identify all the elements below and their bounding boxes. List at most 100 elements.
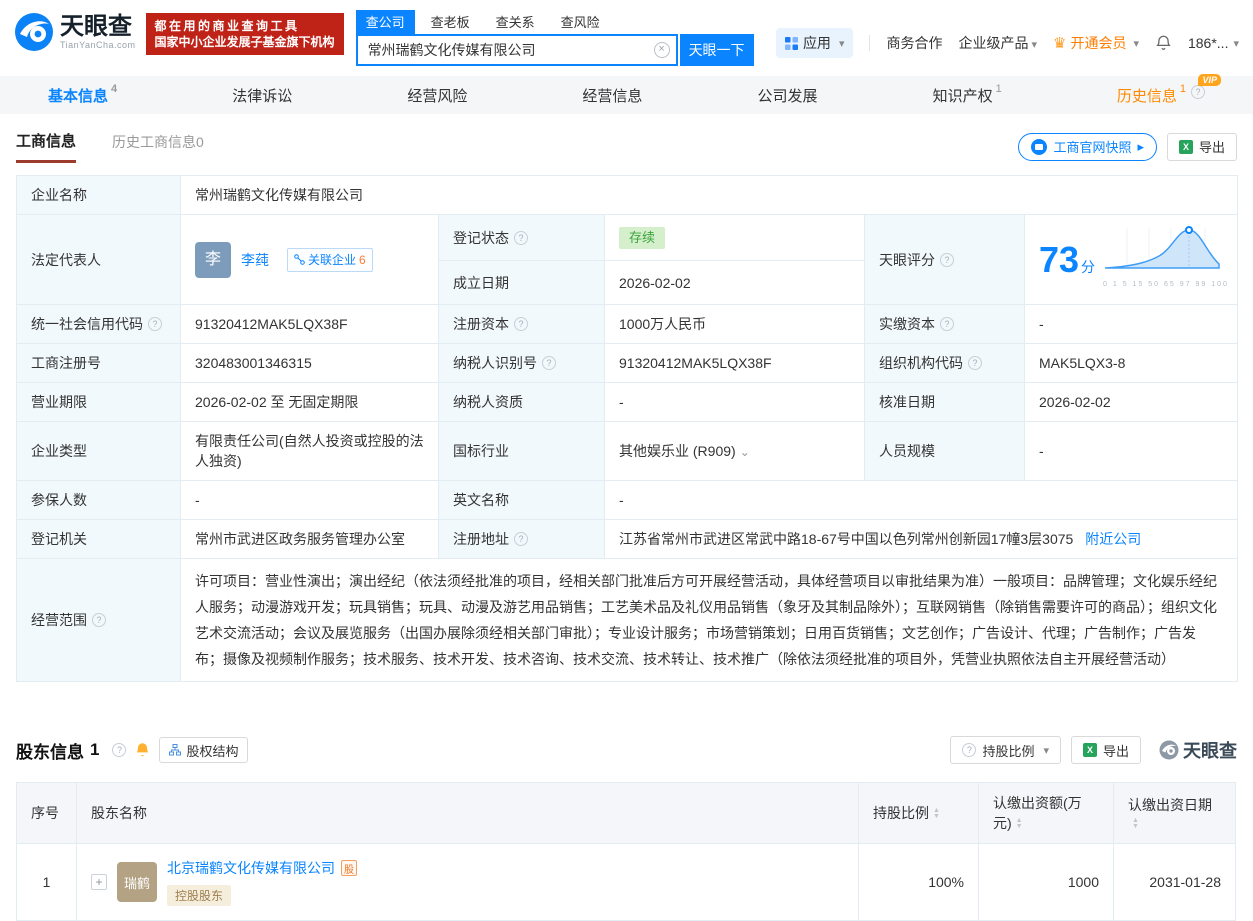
industry-value: 其他娱乐业 (R909)⌄ [605,422,865,481]
chevron-down-icon[interactable]: ⌄ [740,445,750,459]
row-index: 1 [17,844,77,921]
tab-operating-info[interactable]: 经营信息 [582,85,642,106]
search-tab-risk[interactable]: 查风险 [551,10,610,34]
tab-lawsuit[interactable]: 法律诉讼 [232,85,292,106]
english-name-label: 英文名称 [439,481,605,520]
main-tabs: 基本信息4 法律诉讼 经营风险 经营信息 公司发展 知识产权1 历史信息1 ? … [0,76,1253,114]
help-icon: ? [962,743,976,757]
user-phone[interactable]: 186*... ▾ [1188,35,1239,51]
company-name-value: 常州瑞鹤文化传媒有限公司 [181,176,1238,215]
export-label: 导出 [1199,137,1225,156]
enterprise-label: 企业级产品 [958,35,1028,51]
expand-button[interactable]: + [91,874,107,890]
tab-intellectual-property[interactable]: 知识产权1 [933,85,1002,106]
nav-enterprise[interactable]: 企业级产品▾ [958,33,1037,53]
chevron-down-icon: ▾ [1043,744,1049,757]
help-icon[interactable]: ? [940,317,954,331]
chevron-down-icon: ▾ [1133,37,1139,50]
related-companies-badge[interactable]: 关联企业 6 [287,248,373,272]
equity-tag-icon[interactable]: 股 [341,860,357,876]
search-input[interactable] [356,34,678,66]
tab-history-count: 1 [1180,83,1186,95]
nearby-companies-link[interactable]: 附近公司 [1085,531,1141,547]
nav-cooperation[interactable]: 商务合作 [886,33,942,53]
col-ratio: 持股比例▲▼ [859,783,979,844]
slogan-line2: 国家中小企业发展子基金旗下机构 [155,34,335,50]
shareholders-table: 序号 股东名称 持股比例▲▼ 认缴出资额(万元)▲▼ 认缴出资日期▲▼ 1 + … [16,782,1236,921]
nav-vip[interactable]: ♛ 开通会员 ▾ [1053,33,1139,53]
shareholder-avatar[interactable]: 瑞鹤 [117,862,157,902]
search-button[interactable]: 天眼一下 [680,34,754,66]
help-icon[interactable]: ? [92,613,106,627]
search-tab-company[interactable]: 查公司 [356,10,415,34]
search-tab-relation[interactable]: 查关系 [486,10,545,34]
help-icon[interactable]: ? [940,253,954,267]
help-icon[interactable]: ? [514,532,528,546]
sort-icon[interactable]: ▲▼ [1132,818,1139,830]
tianyancha-logo[interactable]: 天眼查 TianYanCha.com [14,12,136,52]
tax-id-value: 91320412MAK5LQX38F [605,344,865,383]
subtab-bar: 工商信息 历史工商信息0 工商官网快照 ▸ X 导出 [0,114,1253,171]
subtab-business-info[interactable]: 工商信息 [16,130,76,163]
establish-date-value: 2026-02-02 [605,261,865,305]
insured-value: - [181,481,439,520]
help-icon[interactable]: ? [112,743,126,757]
tab-company-development[interactable]: 公司发展 [758,85,818,106]
related-count: 6 [359,250,366,270]
score-value[interactable]: 73分 [1039,241,1095,279]
chevron-down-icon: ▾ [1031,39,1037,51]
help-icon[interactable]: ? [968,356,982,370]
equity-structure-label: 股权结构 [186,741,238,760]
help-icon[interactable]: ? [1191,85,1205,99]
business-scope-value: 许可项目：营业性演出；演出经纪（依法须经批准的项目，经相关部门批准后方可开展经营… [181,559,1238,682]
vip-badge: VIP [1198,74,1221,86]
org-chart-icon [169,744,181,756]
slogan-line1: 都在用的商业查询工具 [155,18,335,34]
subscribe-bell-icon[interactable] [134,742,151,759]
excel-icon: X [1083,743,1097,757]
help-icon[interactable]: ? [514,231,528,245]
help-icon[interactable]: ? [514,317,528,331]
equity-structure-button[interactable]: 股权结构 [159,737,248,763]
authority-value: 常州市武进区政务服务管理办公室 [181,520,439,559]
official-snapshot-button[interactable]: 工商官网快照 ▸ [1018,133,1157,161]
crown-icon: ♛ [1053,34,1066,52]
tab-operating-risk[interactable]: 经营风险 [407,85,467,106]
search-block: 查公司 查老板 查关系 查风险 × 天眼一下 [356,10,754,66]
term-value: 2026-02-02 至 无固定期限 [181,383,439,422]
col-subscribed-date: 认缴出资日期▲▼ [1114,783,1236,844]
company-name-label: 企业名称 [17,176,181,215]
subtab-history-business-info[interactable]: 历史工商信息0 [112,132,204,161]
tax-quality-value: - [605,383,865,422]
bell-icon[interactable] [1155,35,1172,52]
watermark-logo: 天眼查 [1159,737,1237,763]
export-button[interactable]: X 导出 [1167,133,1237,161]
help-icon[interactable]: ? [542,356,556,370]
controlling-shareholder-badge: 控股股东 [167,885,231,906]
col-subscribed-amount: 认缴出资额(万元)▲▼ [979,783,1114,844]
help-icon[interactable]: ? [148,317,162,331]
arrow-right-icon: ▸ [1137,139,1144,155]
shareholders-export-button[interactable]: X 导出 [1071,736,1141,764]
tab-basic-info[interactable]: 基本信息4 [48,85,117,106]
credit-code-label: 统一社会信用代码? [17,305,181,344]
apps-grid-icon [785,37,798,50]
legal-rep-cell: 李 李莼 关联企业 6 [181,215,439,305]
apps-button[interactable]: 应用 ▾ [776,28,854,58]
legal-rep-avatar[interactable]: 李 [195,242,231,278]
reg-capital-label: 注册资本? [439,305,605,344]
apps-label: 应用 [803,33,831,53]
score-label: 天眼评分? [865,215,1025,305]
legal-rep-link[interactable]: 李莼 [241,250,269,270]
holding-ratio-dropdown[interactable]: ? 持股比例 ▾ [950,736,1061,764]
clear-icon[interactable]: × [654,42,670,58]
sort-icon[interactable]: ▲▼ [933,808,940,820]
english-name-value: - [605,481,1238,520]
tab-history-info[interactable]: 历史信息1 ? VIP [1117,85,1205,106]
shareholders-section: 股东信息 1 ? 股权结构 ? 持股比例 ▾ X 导出 [0,736,1253,921]
sort-icon[interactable]: ▲▼ [1016,818,1023,830]
shareholder-name-link[interactable]: 北京瑞鹤文化传媒有限公司 [167,858,335,878]
shareholders-count: 1 [90,740,99,760]
shareholder-cell: + 瑞鹤 北京瑞鹤文化传媒有限公司 股 控股股东 [77,844,859,921]
search-tab-boss[interactable]: 查老板 [421,10,480,34]
